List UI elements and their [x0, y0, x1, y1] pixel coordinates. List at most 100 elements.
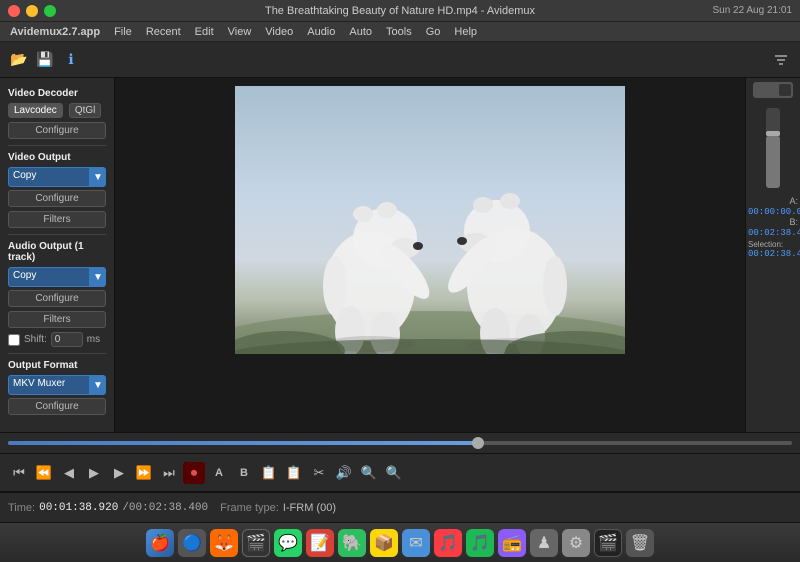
dock-spotify[interactable]: 🎵: [466, 529, 494, 557]
open-icon[interactable]: 📂: [8, 49, 30, 71]
video-output-label: Video Output: [8, 152, 106, 163]
save-icon[interactable]: 💾: [34, 49, 56, 71]
minimize-button[interactable]: [26, 5, 38, 17]
frame-type-status: Frame type: I-FRM (00): [220, 502, 336, 514]
output-format-label: Output Format: [8, 360, 106, 371]
volume-handle[interactable]: [766, 131, 780, 136]
configure-button-4[interactable]: Configure: [8, 398, 106, 415]
dock-system-prefs[interactable]: ⚙: [562, 529, 590, 557]
audio-output-arrow[interactable]: ▼: [90, 267, 106, 287]
menu-recent[interactable]: Recent: [140, 24, 187, 40]
set-mark-a[interactable]: A: [208, 462, 230, 484]
output-format-arrow[interactable]: ▼: [90, 375, 106, 395]
configure-button-2[interactable]: Configure: [8, 190, 106, 207]
dock-avidemux[interactable]: 🎬: [242, 529, 270, 557]
frame-type-label: Frame type:: [220, 502, 279, 514]
dock-claquette[interactable]: 🎬: [594, 529, 622, 557]
selection-value: 00:02:38.400: [748, 249, 798, 259]
menu-tools[interactable]: Tools: [380, 24, 418, 40]
menu-file[interactable]: File: [108, 24, 138, 40]
close-button[interactable]: [8, 5, 20, 17]
go-end-button[interactable]: ⏭: [158, 462, 180, 484]
seek-progress: [8, 441, 478, 445]
a-time-value: 00:00:00.000: [748, 207, 798, 217]
filters-button-2[interactable]: Filters: [8, 311, 106, 328]
copy-seg[interactable]: 📋: [258, 462, 280, 484]
audio-output-label: Audio Output (1 track): [8, 241, 106, 263]
configure-button-1[interactable]: Configure: [8, 122, 106, 139]
maximize-button[interactable]: [44, 5, 56, 17]
info-icon[interactable]: ℹ: [60, 49, 82, 71]
dock-podcasts[interactable]: 📻: [498, 529, 526, 557]
window-controls: [8, 5, 56, 17]
cut-seg[interactable]: ✂: [308, 462, 330, 484]
seek-bar[interactable]: [8, 441, 792, 445]
menu-edit[interactable]: Edit: [189, 24, 220, 40]
play-button[interactable]: ▶: [83, 462, 105, 484]
filters-button-1[interactable]: Filters: [8, 211, 106, 228]
right-panel: A: 00:00:00.000 B: 00:02:38.400 Selectio…: [745, 78, 800, 432]
video-output-select[interactable]: Copy: [8, 167, 90, 187]
set-mark-b[interactable]: B: [233, 462, 255, 484]
window-title: The Breathtaking Beauty of Nature HD.mp4…: [265, 5, 535, 17]
zoom-in[interactable]: 🔍: [358, 462, 380, 484]
dock-whatsapp[interactable]: 💬: [274, 529, 302, 557]
video-output-arrow[interactable]: ▼: [90, 167, 106, 187]
a-time-row: A:: [748, 196, 798, 206]
right-panel-control[interactable]: [753, 82, 793, 98]
ab-times: A: 00:00:00.000 B: 00:02:38.400 Selectio…: [748, 196, 798, 259]
duration-value: /00:02:38.400: [122, 502, 208, 514]
menu-go[interactable]: Go: [420, 24, 447, 40]
dock-chess[interactable]: ♟: [530, 529, 558, 557]
output-format-select[interactable]: MKV Muxer: [8, 375, 90, 395]
menu-auto[interactable]: Auto: [343, 24, 378, 40]
prev-frame-button[interactable]: ⏪: [33, 462, 55, 484]
configure-button-3[interactable]: Configure: [8, 290, 106, 307]
transport-bar: ⏮ ⏪ ◀ ▶ ▶ ⏩ ⏭ ⏺ A B 📋 📋 ✂ 🔊 🔍 🔍: [0, 454, 800, 492]
video-area: [115, 78, 745, 432]
dock-music[interactable]: 🎵: [434, 529, 462, 557]
b-time-value: 00:02:38.400: [748, 228, 798, 238]
title-bar: The Breathtaking Beauty of Nature HD.mp4…: [0, 0, 800, 22]
menu-view[interactable]: View: [222, 24, 258, 40]
main-layout: Video Decoder Lavcodec QtGl Configure Vi…: [0, 78, 800, 432]
volume-slider[interactable]: [766, 108, 780, 188]
shift-checkbox[interactable]: [8, 334, 20, 346]
codec-row: Lavcodec QtGl: [8, 103, 106, 118]
app-name-menu[interactable]: Avidemux2.7.app: [4, 24, 106, 40]
audio-seg[interactable]: 🔊: [333, 462, 355, 484]
b-label: B:: [748, 217, 798, 227]
time-value: 00:01:38.920: [39, 502, 118, 514]
dock-finder[interactable]: 🍎: [146, 529, 174, 557]
dock-mail[interactable]: ✉: [402, 529, 430, 557]
menu-video[interactable]: Video: [259, 24, 299, 40]
shift-input[interactable]: [51, 332, 83, 347]
video-container: [235, 86, 625, 354]
filter-icon[interactable]: [770, 49, 792, 71]
dock-launchpad[interactable]: 🔵: [178, 529, 206, 557]
video-svg: [235, 86, 625, 354]
menu-audio[interactable]: Audio: [301, 24, 341, 40]
paste-seg[interactable]: 📋: [283, 462, 305, 484]
dock-firefox[interactable]: 🦊: [210, 529, 238, 557]
dock-trash[interactable]: 🗑: [626, 529, 654, 557]
lavcodec-button[interactable]: Lavcodec: [8, 103, 63, 118]
rewind-button[interactable]: ◀: [58, 462, 80, 484]
menu-bar: Avidemux2.7.app File Recent Edit View Vi…: [0, 22, 800, 42]
left-panel: Video Decoder Lavcodec QtGl Configure Vi…: [0, 78, 115, 432]
dock-evernote[interactable]: 🐘: [338, 529, 366, 557]
dock-notes[interactable]: 📦: [370, 529, 398, 557]
menu-help[interactable]: Help: [448, 24, 483, 40]
go-start-button[interactable]: ⏮: [8, 462, 30, 484]
zoom-out[interactable]: 🔍: [383, 462, 405, 484]
dock-todoist[interactable]: 📝: [306, 529, 334, 557]
divider-3: [8, 353, 106, 354]
audio-output-select[interactable]: Copy: [8, 267, 90, 287]
seek-handle[interactable]: [472, 437, 484, 449]
seek-bar-container: [0, 432, 800, 454]
qtgi-button[interactable]: QtGl: [69, 103, 102, 118]
forward-button[interactable]: ▶: [108, 462, 130, 484]
video-scene: [235, 86, 625, 354]
next-frame-button[interactable]: ⏩: [133, 462, 155, 484]
record-button[interactable]: ⏺: [183, 462, 205, 484]
